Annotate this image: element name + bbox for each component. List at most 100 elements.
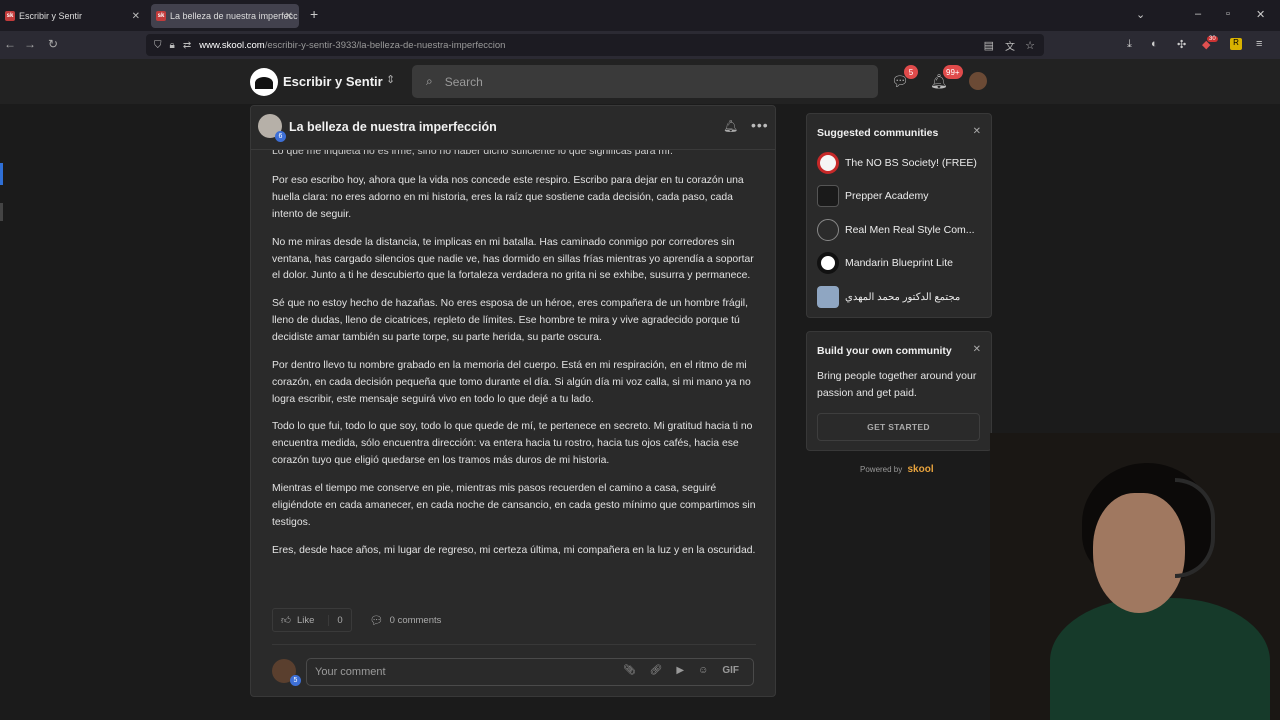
chat-badge: 5 — [904, 65, 918, 79]
skool-favicon-icon: sk — [5, 11, 15, 21]
user-avatar[interactable] — [969, 72, 987, 90]
community-switcher-chevron-icon[interactable]: ⇕ — [386, 73, 395, 86]
new-tab-icon[interactable]: + — [310, 6, 318, 22]
forward-icon[interactable]: → — [24, 37, 36, 51]
tab-label: Escribir y Sentir — [19, 11, 83, 21]
post-paragraph: Por dentro llevo tu nombre grabado en la… — [272, 359, 751, 405]
browser-tab-community[interactable]: sk Escribir y Sentir ✕ — [0, 4, 146, 28]
community-logo-icon — [817, 152, 839, 174]
skool-logo: skool — [907, 464, 934, 475]
author-level-badge: 6 — [275, 131, 286, 142]
community-logo-icon — [817, 219, 839, 241]
gif-button[interactable]: GIF — [722, 665, 739, 676]
get-started-button[interactable]: GET STARTED — [817, 413, 980, 441]
menu-hamburger-icon[interactable]: ≡ — [1256, 38, 1262, 50]
community-logo-icon — [817, 286, 839, 308]
link-icon[interactable]: 🔗︎ — [650, 665, 663, 676]
url-host: www.skool.com — [199, 39, 265, 51]
url-path: /escribir-y-sentir-3933/la-belleza-de-nu… — [264, 39, 506, 51]
url-bar[interactable]: ⛉ 🔒︎ ⇄ www.skool.com /escribir-y-sentir-… — [146, 34, 1044, 56]
post-paragraph: Sé que no estoy hecho de hazañas. No ere… — [272, 298, 748, 344]
community-item[interactable]: The NO BS Society! (FREE) — [817, 152, 977, 174]
post-modal: 6 La belleza de nuestra imperfección 🔔︎ … — [250, 105, 776, 697]
extension-r-icon[interactable]: R — [1230, 38, 1242, 50]
reload-icon[interactable]: ↻ — [48, 37, 58, 51]
comment-tools: 📎︎ 🔗︎ ▶ ☺ GIF — [623, 665, 739, 676]
post-paragraph: Mientras el tiempo me conserve en pie, m… — [272, 483, 756, 528]
browser-tab-post[interactable]: sk La belleza de nuestra imperfecc ✕ — [151, 4, 299, 28]
post-header: 6 La belleza de nuestra imperfección 🔔︎ … — [251, 106, 775, 150]
tab-list-chevron-icon[interactable]: ⌄ — [1136, 8, 1145, 21]
permissions-icon: ⇄ — [182, 39, 192, 51]
close-tab-icon[interactable]: ✕ — [285, 11, 293, 22]
community-item-name: Mandarin Blueprint Lite — [845, 257, 953, 269]
attachment-icon[interactable]: 📎︎ — [623, 665, 636, 676]
search-input[interactable]: ⌕ Search — [412, 65, 878, 98]
community-item-name: Prepper Academy — [845, 190, 929, 202]
close-window-icon[interactable]: ✕ — [1256, 8, 1265, 21]
browser-navbar: ← → ↻ ⛉ 🔒︎ ⇄ www.skool.com /escribir-y-s… — [0, 31, 1280, 59]
community-item-name: The NO BS Society! (FREE) — [845, 157, 977, 169]
search-icon: ⌕ — [426, 74, 433, 88]
close-icon[interactable]: ✕ — [973, 126, 981, 137]
maximize-icon[interactable]: ▫ — [1226, 8, 1230, 20]
build-community-text: Bring people together around your passio… — [817, 370, 977, 399]
downloads-icon[interactable]: ⤓ — [1127, 38, 1132, 51]
follow-post-bell-icon[interactable]: 🔔︎ — [723, 119, 738, 133]
thumbs-up-icon: 👍︎ — [281, 615, 291, 626]
comment-bubble-icon: 💬︎ — [369, 614, 384, 627]
community-logo-icon — [817, 252, 839, 274]
side-indicator — [0, 203, 3, 221]
comment-composer: 5 Your comment 📎︎ 🔗︎ ▶ ☺ GIF — [272, 644, 756, 688]
comment-input[interactable]: Your comment 📎︎ 🔗︎ ▶ ☺ GIF — [306, 658, 754, 686]
webcam-person-face — [1093, 493, 1185, 613]
commenter-level-badge: 5 — [290, 675, 301, 686]
bookmark-star-icon[interactable]: ☆ — [1025, 39, 1035, 52]
close-icon[interactable]: ✕ — [973, 344, 981, 355]
post-actions: 👍︎ Like 0 💬︎ 0 comments — [272, 608, 441, 632]
suggested-communities-title: Suggested communities — [817, 127, 939, 139]
post-paragraph: Eres, desde hace años, mi lugar de regre… — [272, 544, 756, 556]
translate-icon[interactable]: 文 — [1005, 38, 1015, 53]
community-item[interactable]: Mandarin Blueprint Lite — [817, 252, 953, 274]
community-name[interactable]: Escribir y Sentir — [283, 74, 383, 89]
powered-by[interactable]: Powered by skool — [860, 464, 934, 475]
tab-label: La belleza de nuestra imperfecc — [170, 11, 298, 21]
like-count: 0 — [328, 614, 343, 626]
community-item[interactable]: Real Men Real Style Com... — [817, 219, 975, 241]
powered-by-label: Powered by — [860, 465, 903, 474]
webcam-person-body — [1050, 598, 1270, 720]
reader-view-icon[interactable]: ▤ — [984, 39, 994, 52]
post-paragraph: No me miras desde la distancia, te impli… — [272, 236, 754, 282]
post-paragraph: Por eso escribo hoy, ahora que la vida n… — [272, 175, 744, 220]
extension-icon[interactable]: ◐ — [1151, 38, 1158, 50]
community-item-name: مجتمع الدكتور محمد المهدي — [845, 291, 961, 303]
video-icon[interactable]: ▶ — [676, 665, 684, 676]
skool-favicon-icon: sk — [156, 11, 166, 21]
search-placeholder: Search — [444, 74, 483, 89]
community-item[interactable]: مجتمع الدكتور محمد المهدي — [817, 286, 960, 308]
post-body: Por eso escribo hoy, ahora que la vida n… — [272, 173, 756, 570]
post-title: La belleza de nuestra imperfección — [289, 120, 497, 134]
comments-count: 0 comments — [389, 614, 442, 626]
emoji-icon[interactable]: ☺ — [698, 665, 708, 676]
close-tab-icon[interactable]: ✕ — [132, 11, 140, 22]
browser-tabbar: sk Escribir y Sentir ✕ sk La belleza de … — [0, 0, 1280, 31]
community-item[interactable]: Prepper Academy — [817, 185, 928, 207]
extensions-puzzle-icon[interactable]: ✣ — [1177, 38, 1186, 51]
community-logo[interactable] — [250, 68, 278, 96]
shield-icon: ⛉ — [154, 39, 162, 51]
back-icon[interactable]: ← — [4, 37, 16, 51]
like-label: Like — [296, 614, 315, 626]
community-logo-icon — [817, 185, 839, 207]
minimize-icon[interactable]: – — [1195, 8, 1201, 20]
comment-placeholder: Your comment — [315, 666, 386, 678]
comments-button[interactable]: 💬︎ 0 comments — [370, 614, 442, 627]
post-paragraph: Todo lo que fui, todo lo que soy, todo l… — [272, 421, 753, 467]
like-button[interactable]: 👍︎ Like 0 — [272, 608, 352, 632]
extension-badge: 30 — [1207, 36, 1218, 42]
notifications-badge: 99+ — [943, 65, 963, 79]
build-community-card: Build your own community ✕ Bring people … — [806, 331, 992, 451]
more-options-icon[interactable]: ••• — [751, 117, 769, 133]
suggested-communities-card: Suggested communities ✕ The NO BS Societ… — [806, 113, 992, 318]
